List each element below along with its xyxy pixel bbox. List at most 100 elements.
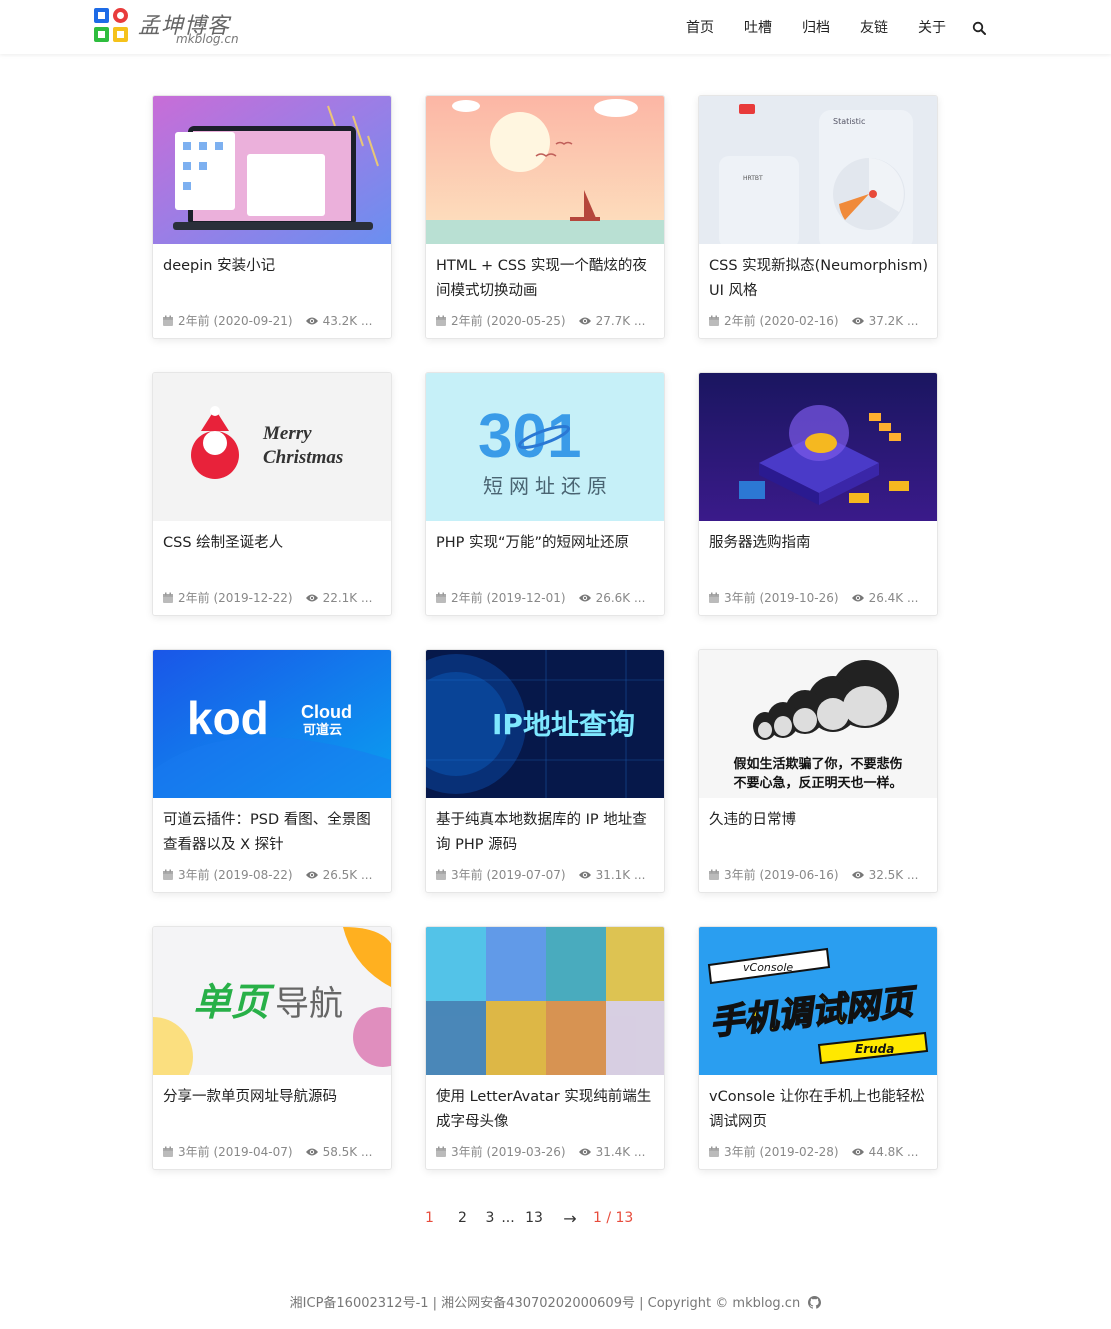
post-card[interactable]: Merry Christmas CSS 绘制圣诞老人 2年前 (2019-12-… [152,372,392,616]
github-icon[interactable] [808,1296,822,1309]
post-title[interactable]: 使用 LetterAvatar 实现纯前端生成字母头像 [436,1085,656,1135]
nav-home[interactable]: 首页 [686,17,714,37]
eye-icon [578,871,591,878]
post-views: 22.1K ... [322,590,373,605]
post-views: 37.2K ... [868,313,919,328]
site-logo[interactable]: 孟坤博客 mkblog.cn [94,8,254,48]
post-date: 3年前 (2019-02-28) [724,1145,839,1159]
post-card[interactable]: 假如生活欺骗了你，不要悲伤 不要心急，反正明天也一样。 久违的日常博 3年前 (… [698,649,938,893]
post-title[interactable]: CSS 实现新拟态(Neumorphism) UI 风格 [709,254,929,304]
post-meta: 3年前 (2019-02-28) 44.8K ... [708,1143,933,1160]
post-thumbnail[interactable]: 单页 导航 [153,927,391,1075]
post-views: 31.4K ... [595,1144,646,1159]
site-subtitle: mkblog.cn [176,32,239,46]
page-link-3[interactable]: 3 [479,1210,501,1226]
svg-text:vConsole: vConsole [743,961,793,974]
next-page-arrow-icon[interactable]: → [553,1209,587,1228]
post-meta: 2年前 (2020-05-25) 27.7K ... [435,312,660,329]
post-meta: 2年前 (2020-09-21) 43.2K ... [162,312,387,329]
post-meta: 3年前 (2019-10-26) 26.4K ... [708,589,933,606]
post-card[interactable]: HTML + CSS 实现一个酷炫的夜间模式切换动画 2年前 (2020-05-… [425,95,665,339]
svg-text:假如生活欺骗了你，不要悲伤: 假如生活欺骗了你，不要悲伤 [733,756,902,772]
post-card[interactable]: 单页 导航 分享一款单页网址导航源码 3年前 (2019-04-07) 58.5… [152,926,392,1170]
calendar-icon [709,592,719,603]
calendar-icon [709,869,719,880]
post-meta: 3年前 (2019-04-07) 58.5K ... [162,1143,387,1160]
post-meta: 3年前 (2019-07-07) 31.1K ... [435,866,660,883]
post-meta: 2年前 (2019-12-22) 22.1K ... [162,589,387,606]
post-thumbnail[interactable]: Merry Christmas [153,373,391,521]
post-card[interactable]: IP地址查询 基于纯真本地数据库的 IP 地址查询 PHP 源码 3年前 (20… [425,649,665,893]
post-title[interactable]: HTML + CSS 实现一个酷炫的夜间模式切换动画 [436,254,656,304]
post-date: 2年前 (2019-12-22) [178,591,293,605]
svg-text:Merry: Merry [262,423,312,444]
post-card[interactable]: 301 短网址还原 PHP 实现“万能”的短网址还原 2年前 (2019-12-… [425,372,665,616]
post-thumbnail[interactable]: vConsole 手机调试网页 Eruda [699,927,937,1075]
svg-text:短网址还原: 短网址还原 [483,474,613,498]
eye-icon [851,317,864,324]
svg-text:kod: kod [187,692,269,744]
post-date: 2年前 (2020-09-21) [178,314,293,328]
calendar-icon [436,869,446,880]
post-title[interactable]: 服务器选购指南 [709,531,929,556]
post-card[interactable]: 服务器选购指南 3年前 (2019-10-26) 26.4K ... [698,372,938,616]
eye-icon [305,594,318,601]
post-thumbnail[interactable]: 301 短网址还原 [426,373,664,521]
post-date: 2年前 (2020-02-16) [724,314,839,328]
eye-icon [305,317,318,324]
post-card[interactable]: deepin 安装小记 2年前 (2020-09-21) 43.2K ... [152,95,392,339]
post-title[interactable]: deepin 安装小记 [163,254,383,279]
post-thumbnail[interactable] [426,927,664,1075]
post-card[interactable]: 使用 LetterAvatar 实现纯前端生成字母头像 3年前 (2019-03… [425,926,665,1170]
svg-text:HRTBT: HRTBT [743,175,763,182]
eye-icon [851,1148,864,1155]
nav-archive[interactable]: 归档 [802,17,830,37]
svg-text:单页: 单页 [193,980,275,1024]
svg-text:不要心急，反正明天也一样。: 不要心急，反正明天也一样。 [733,775,902,791]
pagination: 1 2 3 ... 13 → 1 / 13 [425,1208,633,1228]
post-meta: 2年前 (2020-02-16) 37.2K ... [708,312,933,329]
post-date: 3年前 (2019-08-22) [178,868,293,882]
search-icon[interactable] [972,20,986,35]
logo-mark-icon [94,8,130,44]
footer-text: 湘ICP备16002312号-1 | 湘公网安备43070202000609号 … [289,1296,801,1311]
site-footer: 湘ICP备16002312号-1 | 湘公网安备43070202000609号 … [0,1292,1111,1311]
site-header: 孟坤博客 mkblog.cn 首页 吐槽 归档 友链 关于 [0,0,1111,54]
eye-icon [578,594,591,601]
post-views: 26.6K ... [595,590,646,605]
calendar-icon [709,1146,719,1157]
post-thumbnail[interactable]: 假如生活欺骗了你，不要悲伤 不要心急，反正明天也一样。 [699,650,937,798]
post-thumbnail[interactable]: kod Cloud 可道云 [153,650,391,798]
post-date: 3年前 (2019-03-26) [451,1145,566,1159]
post-title[interactable]: vConsole 让你在手机上也能轻松调试网页 [709,1085,929,1135]
post-meta: 3年前 (2019-03-26) 31.4K ... [435,1143,660,1160]
post-card[interactable]: kod Cloud 可道云 可道云插件：PSD 看图、全景图查看器以及 X 探针… [152,649,392,893]
page-link-last[interactable]: 13 [515,1210,553,1226]
post-thumbnail[interactable] [153,96,391,244]
calendar-icon [436,1146,446,1157]
post-title[interactable]: PHP 实现“万能”的短网址还原 [436,531,656,556]
post-thumbnail[interactable]: IP地址查询 [426,650,664,798]
page-link-2[interactable]: 2 [446,1210,479,1226]
nav-complain[interactable]: 吐槽 [744,17,772,37]
post-title[interactable]: 分享一款单页网址导航源码 [163,1085,383,1110]
post-title[interactable]: 可道云插件：PSD 看图、全景图查看器以及 X 探针 [163,808,383,858]
calendar-icon [163,592,173,603]
post-card[interactable]: HRTBT Statistic CSS 实现新拟态(Neumorphism) U… [698,95,938,339]
post-meta: 3年前 (2019-06-16) 32.5K ... [708,866,933,883]
main-nav: 首页 吐槽 归档 友链 关于 [686,16,986,38]
post-views: 43.2K ... [322,313,373,328]
post-thumbnail[interactable] [426,96,664,244]
post-thumbnail[interactable]: HRTBT Statistic [699,96,937,244]
nav-about[interactable]: 关于 [918,17,946,37]
eye-icon [578,1148,591,1155]
post-thumbnail[interactable] [699,373,937,521]
post-title[interactable]: 基于纯真本地数据库的 IP 地址查询 PHP 源码 [436,808,656,858]
page-current[interactable]: 1 [425,1210,446,1226]
post-title[interactable]: 久违的日常博 [709,808,929,833]
calendar-icon [163,315,173,326]
svg-text:Christmas: Christmas [263,447,343,468]
post-title[interactable]: CSS 绘制圣诞老人 [163,531,383,556]
post-card[interactable]: vConsole 手机调试网页 Eruda vConsole 让你在手机上也能轻… [698,926,938,1170]
nav-friends[interactable]: 友链 [860,17,888,37]
